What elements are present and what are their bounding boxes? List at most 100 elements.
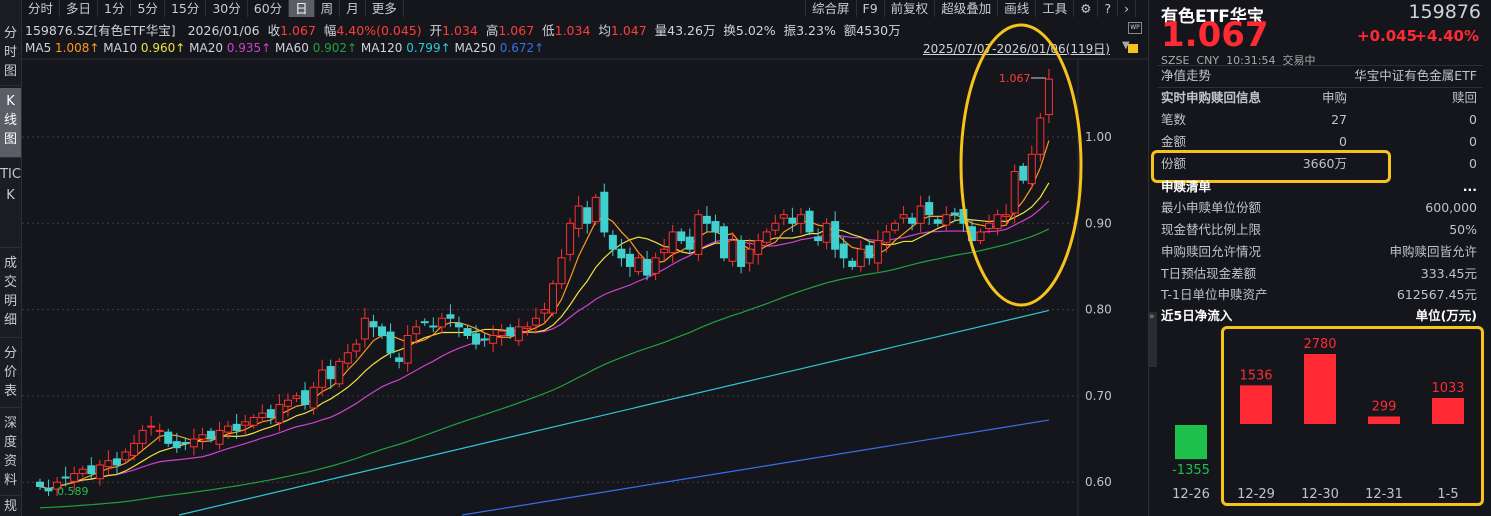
candle: [685, 228, 694, 255]
row-red: 0: [1469, 112, 1477, 127]
candle: [429, 317, 438, 333]
candle: [403, 325, 412, 372]
detail-label: 现金替代比例上限: [1161, 222, 1262, 237]
candle: [711, 214, 720, 243]
candle: [198, 427, 207, 450]
candle: [395, 352, 404, 369]
candle: [369, 314, 378, 338]
price-change: +0.045: [1357, 27, 1418, 45]
row-label: 金额: [1161, 134, 1187, 149]
candle: [668, 225, 677, 263]
detail-value: 333.45元: [1420, 266, 1477, 281]
detail-label: 最小申赎单位份额: [1161, 200, 1262, 215]
more-button[interactable]: ...: [1463, 176, 1477, 198]
nav-trend-row[interactable]: 净值走势 华宝中证有色金属ETF: [1161, 65, 1477, 87]
candle: [472, 325, 481, 350]
candle: [360, 307, 369, 348]
candle: [574, 195, 583, 238]
fund-code: 159876: [1408, 1, 1481, 23]
candle: [283, 393, 292, 417]
price-change-pct: +4.40%: [1414, 27, 1479, 45]
candle: [258, 404, 267, 423]
candle: [600, 183, 609, 238]
candle: [950, 207, 959, 222]
col-subscribe: 申购: [1321, 90, 1347, 105]
detail-row: 申购赎回允许情况 申购赎回皆允许: [1161, 241, 1477, 263]
candle: [164, 428, 173, 447]
last-price-marker: 1.067: [999, 72, 1031, 85]
detail-label: T-1日单位申赎资产: [1161, 287, 1268, 302]
detail-row: T日预估现金差额 333.45元: [1161, 263, 1477, 285]
candle: [232, 414, 241, 440]
highlight-inflow-box: [1221, 326, 1484, 506]
row-label: 笔数: [1161, 112, 1187, 127]
candle: [1019, 162, 1028, 184]
candle: [420, 318, 429, 326]
candle: [36, 478, 44, 490]
candle: [805, 207, 814, 236]
candle: [933, 216, 942, 227]
candle: [497, 324, 506, 346]
detail-value: 申购赎回皆允许: [1389, 244, 1477, 259]
candle: [916, 195, 925, 232]
candle: [463, 325, 472, 339]
low-price-marker: 0.589: [57, 485, 89, 498]
candle: [908, 212, 917, 231]
candle: [925, 195, 934, 226]
candle: [352, 338, 361, 358]
candle: [779, 209, 788, 226]
candle: [634, 254, 643, 276]
table-row: 笔数 27 0: [1161, 109, 1477, 131]
row-red: 0: [1469, 156, 1477, 171]
candle: [112, 451, 121, 476]
candle: [891, 219, 899, 234]
inflow-value-label: -1355: [1172, 463, 1210, 478]
candle: [44, 479, 53, 497]
quote-panel: 有色ETF华宝 159876 1.067 +0.045 +4.40% SZSE …: [1148, 0, 1491, 516]
candle: [1044, 68, 1053, 124]
candle: [147, 415, 156, 436]
candle: [130, 434, 139, 461]
candle: [976, 228, 985, 245]
nav-value: 华宝中证有色金属ETF: [1354, 68, 1477, 83]
candle: [856, 240, 865, 272]
candle: [762, 228, 771, 246]
candle: [78, 465, 87, 478]
y-tick-label: 0.90: [1085, 216, 1112, 230]
candle: [882, 225, 891, 253]
candle: [814, 228, 823, 246]
ma120-line: [178, 309, 1050, 516]
candle: [343, 344, 352, 369]
candle: [660, 238, 669, 262]
candle: [531, 307, 540, 334]
candle: [591, 193, 600, 226]
candle: [583, 200, 592, 234]
kline-chart[interactable]: 1.00 0.90 0.80 0.70 0.60 1.067 0.589: [0, 0, 1148, 516]
candle: [625, 247, 634, 277]
candle: [215, 421, 224, 450]
candle: [514, 318, 523, 346]
candle: [189, 428, 198, 456]
candle: [651, 252, 660, 281]
candle: [335, 357, 344, 388]
y-tick-label: 0.80: [1085, 303, 1112, 317]
candle: [549, 280, 557, 317]
ma250-line: [462, 419, 1049, 516]
candle: [822, 218, 831, 250]
detail-label: T日预估现金差额: [1161, 266, 1257, 281]
candle: [557, 249, 566, 289]
y-tick-label: 0.70: [1085, 389, 1112, 403]
candle: [266, 404, 275, 425]
col-redeem: 赎回: [1451, 90, 1477, 105]
row-red: 0: [1469, 134, 1477, 149]
detail-value: 612567.45元: [1396, 287, 1477, 302]
highlight-ellipse: [959, 23, 1083, 307]
y-tick-label: 0.60: [1085, 475, 1112, 489]
candle: [386, 323, 395, 358]
detail-row: 最小申赎单位份额 600,000: [1161, 197, 1477, 219]
inflow-bar: [1175, 425, 1207, 460]
detail-row: T-1日单位申赎资产 612567.45元: [1161, 284, 1477, 306]
candle: [1036, 112, 1045, 162]
detail-value: 50%: [1449, 222, 1477, 237]
candle: [241, 414, 250, 436]
